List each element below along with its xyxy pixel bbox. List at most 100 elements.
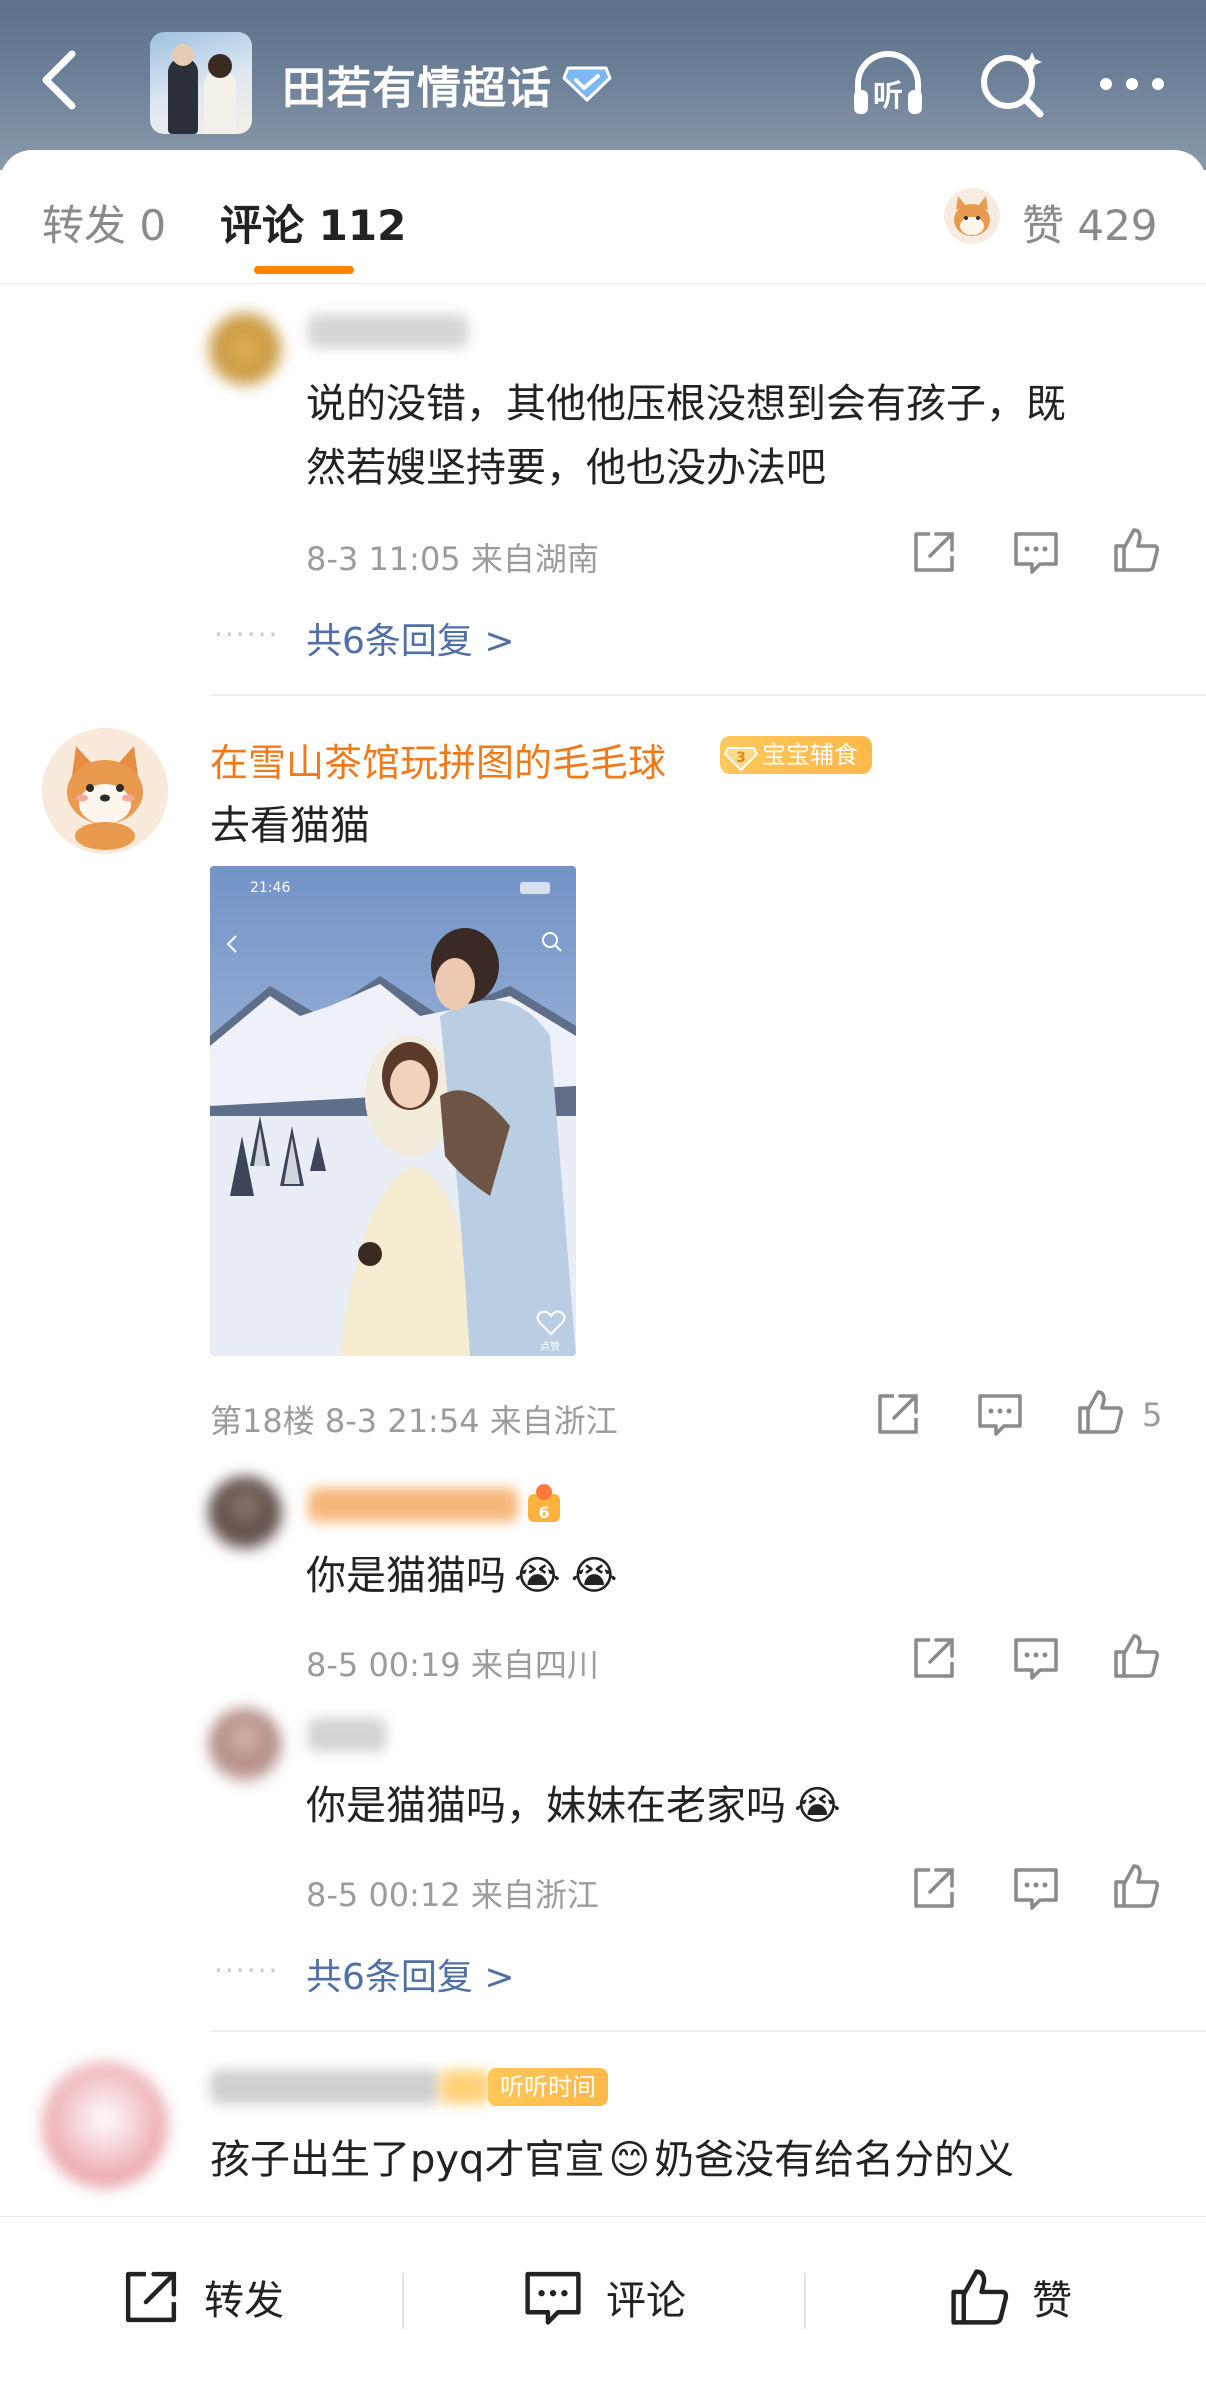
comment-icon [1014, 1868, 1058, 1910]
comment-meta: 第18楼 8-3 21:54 来自浙江 [210, 1402, 618, 1440]
next-comment-text-after: 奶爸没有给名分的义 [654, 2137, 1015, 2183]
crying-emoji-icon: 😭 [570, 1553, 618, 1599]
reply2-like-button[interactable] [1110, 1860, 1162, 1912]
repost-icon [125, 2271, 177, 2323]
comment-icon [1014, 532, 1058, 574]
reply-avatar[interactable] [208, 312, 282, 386]
active-tab-indicator [254, 266, 354, 274]
like-label: 赞 [1032, 2278, 1072, 2324]
reply-username-blurred[interactable] [308, 314, 468, 348]
commenter-username[interactable]: 在雪山茶馆玩拼图的毛毛球 [210, 732, 666, 787]
crying-emoji-icon: 😭 [514, 1553, 561, 1599]
top-bar: 田若有情超话 听 [0, 0, 1206, 170]
more-replies-link[interactable]: 共6条回复 > [306, 612, 515, 664]
photo-battery-icon [520, 882, 550, 894]
fan-badge-label: 宝宝辅食 [762, 741, 858, 769]
crying-emoji-icon: 😭 [794, 1783, 841, 1829]
reply2-comment-button[interactable] [1010, 1862, 1062, 1914]
thumbs-up-icon [1114, 1864, 1159, 1908]
shiba-avatar-icon [42, 728, 168, 854]
more-button[interactable] [1092, 44, 1172, 124]
share-icon [914, 532, 954, 572]
tab-repost[interactable]: 转发 0 [42, 192, 166, 253]
more-replies-link[interactable]: 共6条回复 > [306, 1948, 515, 2000]
tab-comment[interactable]: 评论 112 [220, 192, 406, 253]
bottom-divider [402, 2273, 404, 2329]
comment-divider [210, 2030, 1206, 2032]
headphones-icon: 听 [854, 51, 922, 114]
snow-mountain-photo [210, 866, 576, 1356]
reply-share-button[interactable] [908, 526, 960, 578]
comment-like-button[interactable] [1074, 1386, 1126, 1438]
photo-search-icon [542, 932, 562, 952]
reply1-like-button[interactable] [1110, 1630, 1162, 1682]
diamond-badge-icon [562, 66, 612, 102]
reply2-username-blurred[interactable] [308, 1718, 386, 1752]
thumbs-up-icon [1114, 1634, 1159, 1678]
thumbs-up-icon [1078, 1390, 1123, 1434]
comment-icon [1014, 1638, 1058, 1680]
listen-time-badge[interactable]: 听听时间 [488, 2068, 608, 2106]
reply1-username-blurred[interactable] [308, 1488, 518, 1522]
comment-like-count: 5 [1142, 1396, 1163, 1434]
reply1-comment-button[interactable] [1010, 1632, 1062, 1684]
reply-text-line2: 然若嫂坚持要，他也没办法吧 [306, 445, 826, 491]
reply-like-button[interactable] [1110, 524, 1162, 576]
listen-button[interactable]: 听 [848, 44, 928, 124]
reply2-share-button[interactable] [908, 1862, 960, 1914]
back-button[interactable] [28, 40, 88, 120]
reply-text-line1: 说的没错，其他他压根没想到会有孩子，既 [306, 381, 1066, 427]
topic-avatar[interactable] [150, 32, 252, 134]
commenter-avatar[interactable] [42, 728, 168, 854]
next-username-blurred[interactable] [210, 2070, 440, 2104]
reply2-text-body: 你是猫猫吗，妹妹在老家吗 [306, 1783, 786, 1829]
comment-label: 评论 [606, 2278, 686, 2324]
next-badge-blurred [440, 2070, 490, 2104]
topic-title[interactable]: 田若有情超话 [282, 52, 552, 116]
comment-divider [210, 694, 1206, 696]
comment-reply-button[interactable] [974, 1388, 1026, 1440]
share-icon [914, 1868, 954, 1908]
bottom-action-bar: 转发 评论 赞 [0, 2216, 1206, 2390]
repost-label: 转发 [204, 2278, 284, 2324]
comment-icon [978, 1394, 1022, 1436]
comment-share-button[interactable] [872, 1388, 924, 1440]
back-arrow-icon [42, 50, 76, 110]
reply2-meta: 8-5 00:12 来自浙江 [306, 1876, 599, 1914]
tab-like[interactable]: 赞 429 [1022, 192, 1158, 253]
comment-button[interactable]: 评论 [520, 2217, 686, 2377]
tab-bar: 转发 0 评论 112 赞 429 [0, 150, 1206, 284]
thumbs-up-icon [951, 2269, 1009, 2325]
reply1-avatar[interactable] [208, 1476, 282, 1550]
photo-back-icon [226, 935, 237, 953]
reply-thread-dots: ······ [214, 1954, 280, 1987]
level-diamond-icon: 3 [724, 747, 758, 772]
smile-emoji-icon: 😊 [608, 2137, 651, 2183]
reply-comment-button[interactable] [1010, 526, 1062, 578]
fan-badge[interactable]: 3 宝宝辅食 [720, 736, 872, 774]
like-button[interactable]: 赞 [946, 2217, 1072, 2377]
next-comment-text: 孩子出生了pyq才官宣 😊 奶爸没有给名分的义 [210, 2128, 1014, 2192]
share-icon [914, 1638, 954, 1678]
reply1-level-icon: 6 [528, 1484, 560, 1522]
reply1-share-button[interactable] [908, 1632, 960, 1684]
comment-icon [525, 2271, 581, 2325]
thumbs-up-icon [1114, 528, 1159, 572]
repost-button[interactable]: 转发 [118, 2217, 284, 2377]
shiba-avatar-icon [954, 196, 990, 236]
photo-like-label: 点赞 [540, 1342, 560, 1353]
search-button[interactable] [972, 44, 1052, 124]
reply-meta: 8-3 11:05 来自湖南 [306, 540, 599, 578]
comment-image[interactable]: 21:46 点赞 [210, 866, 576, 1356]
comment-text: 去看猫猫 [210, 803, 370, 849]
reply1-text: 你是猫猫吗 😭 😭 [306, 1544, 618, 1608]
reply1-text-body: 你是猫猫吗 [306, 1553, 506, 1599]
svg-text:听: 听 [873, 79, 903, 114]
photo-heart-icon [536, 1310, 566, 1336]
liker-avatar[interactable] [944, 188, 1000, 244]
next-commenter-avatar[interactable] [42, 2062, 168, 2188]
reply2-avatar[interactable] [208, 1708, 282, 1782]
svg-text:3: 3 [736, 750, 746, 766]
bottom-divider [804, 2273, 806, 2329]
reply2-text: 你是猫猫吗，妹妹在老家吗 😭 [306, 1774, 841, 1838]
